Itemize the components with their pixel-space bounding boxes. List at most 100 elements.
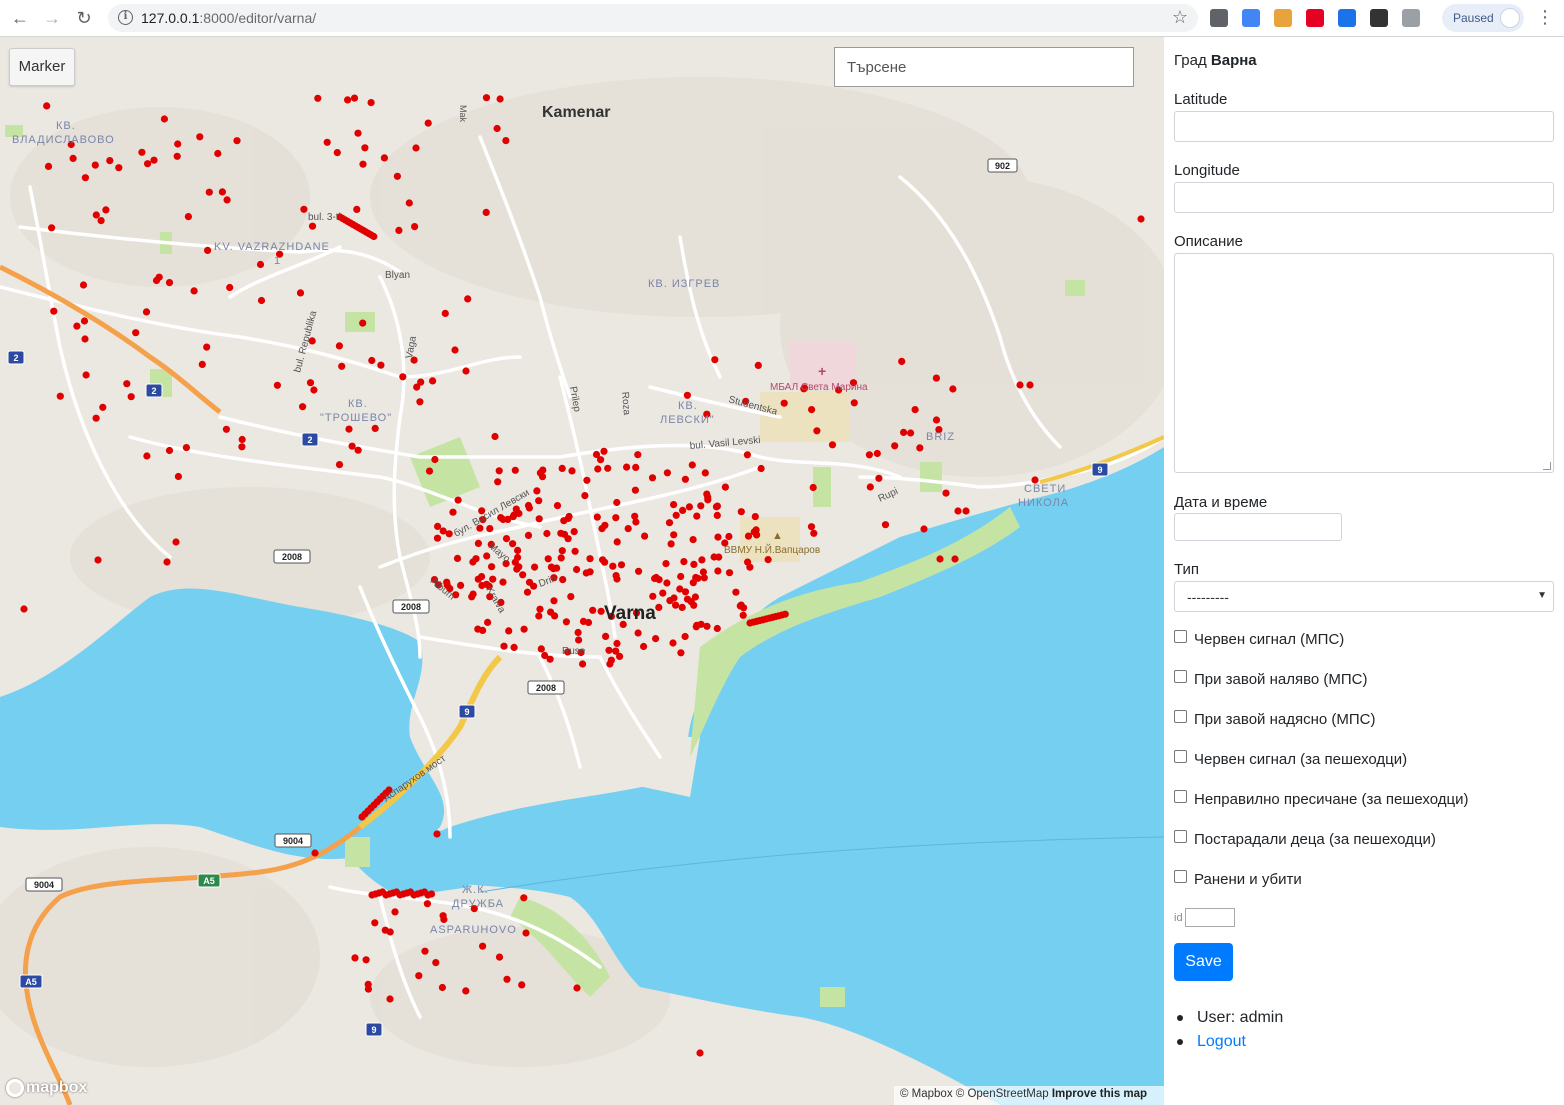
accident-marker[interactable]: [524, 531, 533, 539]
accident-marker[interactable]: [338, 362, 346, 370]
accident-marker[interactable]: [138, 148, 146, 156]
accident-marker[interactable]: [564, 535, 572, 543]
accident-marker[interactable]: [573, 984, 581, 992]
accident-marker[interactable]: [691, 593, 700, 601]
accident-marker[interactable]: [693, 621, 701, 629]
accident-marker[interactable]: [533, 487, 541, 495]
accident-marker[interactable]: [391, 908, 399, 916]
accident-marker[interactable]: [683, 391, 692, 399]
accident-marker[interactable]: [536, 469, 545, 477]
accident-marker[interactable]: [438, 983, 446, 992]
accident-marker[interactable]: [737, 601, 745, 609]
accident-marker[interactable]: [218, 188, 226, 196]
accident-marker[interactable]: [714, 533, 722, 541]
accident-marker[interactable]: [522, 929, 530, 937]
accident-marker[interactable]: [1137, 215, 1145, 223]
accident-marker[interactable]: [635, 567, 643, 575]
accident-marker[interactable]: [667, 540, 675, 548]
accident-marker[interactable]: [565, 512, 573, 521]
save-button[interactable]: Save: [1174, 943, 1233, 981]
accident-marker[interactable]: [613, 639, 621, 648]
accident-marker[interactable]: [592, 450, 601, 459]
accident-marker[interactable]: [949, 385, 957, 393]
description-textarea[interactable]: [1174, 253, 1554, 473]
accident-marker[interactable]: [345, 425, 353, 433]
accident-marker[interactable]: [916, 444, 924, 452]
accident-marker[interactable]: [558, 547, 566, 555]
latitude-input[interactable]: [1174, 111, 1554, 142]
accident-marker[interactable]: [713, 511, 721, 519]
accident-marker[interactable]: [433, 534, 442, 542]
accident-marker[interactable]: [581, 492, 589, 500]
accident-marker[interactable]: [479, 626, 487, 635]
accident-marker[interactable]: [662, 560, 670, 568]
accident-marker[interactable]: [484, 618, 492, 627]
accident-marker[interactable]: [640, 642, 648, 651]
accident-marker[interactable]: [547, 608, 555, 616]
longitude-input[interactable]: [1174, 182, 1554, 213]
accident-marker[interactable]: [496, 95, 504, 103]
accident-marker[interactable]: [605, 646, 613, 654]
attribution-osm[interactable]: © OpenStreetMap: [956, 1088, 1049, 1100]
accident-marker[interactable]: [386, 995, 394, 1003]
checkbox[interactable]: [1174, 710, 1187, 723]
accident-marker[interactable]: [479, 942, 487, 950]
accident-marker[interactable]: [681, 632, 689, 641]
accident-marker[interactable]: [655, 603, 663, 612]
accident-marker[interactable]: [891, 442, 899, 450]
accident-marker[interactable]: [222, 425, 230, 433]
accident-marker[interactable]: [163, 558, 171, 566]
accident-marker[interactable]: [354, 446, 362, 454]
accident-marker[interactable]: [652, 635, 660, 643]
accident-marker[interactable]: [612, 572, 620, 580]
accident-marker[interactable]: [665, 519, 674, 527]
accident-marker[interactable]: [174, 472, 182, 481]
accident-marker[interactable]: [510, 643, 518, 652]
accident-marker[interactable]: [143, 452, 151, 460]
accident-marker[interactable]: [519, 571, 527, 579]
accident-marker[interactable]: [196, 133, 204, 141]
accident-marker[interactable]: [535, 612, 543, 620]
accident-marker[interactable]: [429, 377, 437, 385]
accident-marker[interactable]: [478, 581, 486, 590]
accident-marker[interactable]: [652, 573, 660, 582]
accident-marker[interactable]: [713, 502, 722, 510]
accident-marker[interactable]: [550, 597, 558, 605]
accident-marker[interactable]: [43, 102, 51, 110]
accident-marker[interactable]: [514, 546, 522, 554]
checkbox[interactable]: [1174, 670, 1187, 683]
accident-marker[interactable]: [951, 555, 959, 563]
accident-marker[interactable]: [491, 432, 499, 441]
accident-marker[interactable]: [423, 900, 431, 908]
accident-marker[interactable]: [865, 451, 874, 459]
accident-marker[interactable]: [238, 435, 246, 444]
accident-marker[interactable]: [907, 429, 915, 437]
accident-marker[interactable]: [873, 449, 881, 458]
accident-marker[interactable]: [412, 144, 420, 152]
accident-marker[interactable]: [543, 529, 551, 538]
accident-marker[interactable]: [333, 149, 341, 157]
accident-marker[interactable]: [523, 588, 532, 596]
accident-marker[interactable]: [348, 442, 356, 450]
accident-marker[interactable]: [649, 592, 657, 600]
accident-marker[interactable]: [567, 593, 575, 601]
accident-marker[interactable]: [609, 562, 617, 570]
accident-marker[interactable]: [732, 588, 740, 596]
accident-marker[interactable]: [574, 628, 582, 637]
accident-marker[interactable]: [601, 521, 609, 529]
accident-marker[interactable]: [204, 246, 212, 254]
accident-marker[interactable]: [257, 296, 266, 305]
checkbox-row[interactable]: При завой надясно (МПС): [1174, 710, 1375, 728]
accident-marker[interactable]: [954, 507, 962, 515]
accident-marker[interactable]: [962, 507, 970, 515]
accident-marker[interactable]: [296, 289, 305, 297]
accident-marker[interactable]: [704, 493, 712, 501]
accident-marker[interactable]: [482, 94, 491, 102]
accident-marker[interactable]: [508, 540, 517, 548]
accident-marker[interactable]: [150, 156, 158, 164]
accident-marker[interactable]: [583, 476, 591, 484]
accident-marker[interactable]: [698, 556, 706, 564]
checkbox-row[interactable]: Червен сигнал (МПС): [1174, 630, 1344, 648]
accident-marker[interactable]: [359, 319, 367, 327]
accident-marker[interactable]: [132, 329, 140, 337]
